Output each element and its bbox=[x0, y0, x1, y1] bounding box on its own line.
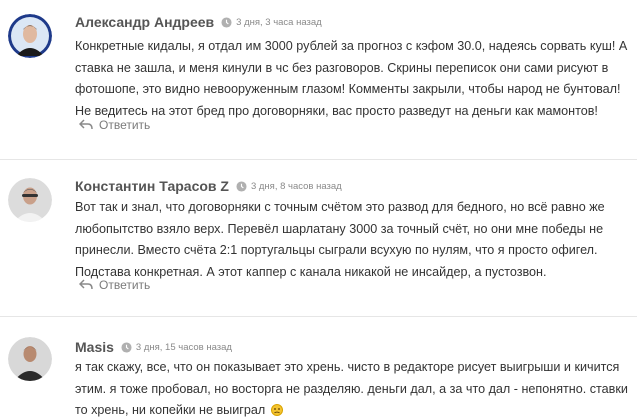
reply-arrow-icon bbox=[79, 279, 93, 290]
divider bbox=[0, 316, 637, 317]
clock-icon bbox=[221, 16, 232, 28]
comment-header: Константин Тарасов Z 3 дня, 8 часов наза… bbox=[75, 178, 342, 194]
comment-text: Вот так и знал, что договорняки с точным… bbox=[75, 200, 605, 279]
reply-button[interactable]: Ответить bbox=[79, 118, 150, 132]
clock-icon bbox=[236, 180, 247, 192]
reply-arrow-icon bbox=[79, 119, 93, 130]
reply-button[interactable]: Ответить bbox=[79, 278, 150, 292]
author-name[interactable]: Александр Андреев bbox=[75, 14, 214, 30]
reply-label: Ответить bbox=[99, 118, 151, 132]
author-name[interactable]: Константин Тарасов Z bbox=[75, 178, 229, 194]
comment-text: Конкретные кидалы, я отдал им 3000 рубле… bbox=[75, 39, 628, 118]
comment-text: я так скажу, все, что он показывает это … bbox=[75, 357, 631, 419]
clock-icon bbox=[121, 341, 132, 353]
avatar[interactable] bbox=[8, 337, 52, 381]
author-name[interactable]: Masis bbox=[75, 339, 114, 355]
comment-time: 3 дня, 8 часов назад bbox=[250, 180, 342, 192]
comment-time: 3 дня, 3 часа назад bbox=[236, 16, 322, 28]
comment-text-body: я так скажу, все, что он показывает это … bbox=[75, 360, 628, 417]
avatar[interactable] bbox=[8, 178, 52, 222]
reply-label: Ответить bbox=[99, 278, 151, 292]
avatar[interactable] bbox=[8, 14, 52, 58]
confused-face-emoji bbox=[270, 404, 283, 416]
comment-header: Masis 3 дня, 15 часов назад bbox=[75, 339, 232, 355]
divider bbox=[0, 159, 637, 160]
comment-time: 3 дня, 15 часов назад bbox=[135, 341, 232, 353]
comment-header: Александр Андреев 3 дня, 3 часа назад bbox=[75, 14, 322, 30]
